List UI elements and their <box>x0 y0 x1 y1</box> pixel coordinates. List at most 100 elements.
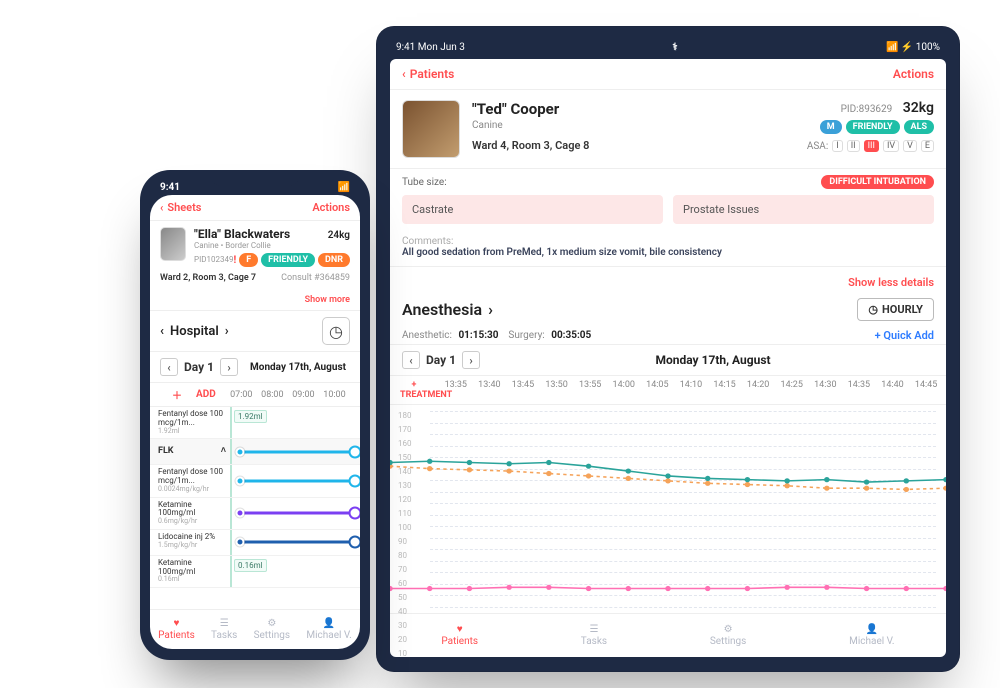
surgery-time: 00:35:05 <box>551 330 591 341</box>
medication-rows: Fentanyl dose 100 mcg/1m...1.92ml 1.92ml F… <box>150 407 360 609</box>
plus-icon: ＋ <box>160 387 194 402</box>
phone-patient-weight: 24kg <box>328 230 350 241</box>
chevron-left-icon: ‹ <box>402 67 406 81</box>
patient-info: Tube size: DIFFICULT INTUBATION Castrate… <box>390 169 946 267</box>
phone-tab-user[interactable]: 👤 Michael V. <box>306 618 351 641</box>
hourly-button[interactable]: ◷ HOURLY <box>857 298 934 321</box>
badge-dnr: DNR <box>318 253 350 267</box>
phone-actions-link[interactable]: Actions <box>312 201 350 214</box>
add-treatment-link[interactable]: + TREATMENT <box>400 380 428 400</box>
phone-date-label: Monday 17th, August <box>246 362 350 373</box>
med-track[interactable]: 1.92ml <box>230 407 360 438</box>
status-time: 9:41 Mon Jun 3 <box>396 42 465 53</box>
med-label: Ketamine 100mg/ml0.6mg/kg/hr <box>150 498 230 529</box>
med-track[interactable] <box>230 530 360 555</box>
tab-patients[interactable]: ♥ Patients <box>441 624 478 647</box>
patient-photo <box>402 100 460 158</box>
tab-settings[interactable]: ⚙ Settings <box>710 624 747 647</box>
asa-v[interactable]: V <box>903 140 917 152</box>
time-slot: 14:20 <box>744 380 772 400</box>
tablet-header: ‹ Patients Actions <box>390 59 946 90</box>
phone-tab-tasks[interactable]: ☰ Tasks <box>211 618 237 641</box>
patient-pid: PID:893629 <box>841 104 893 115</box>
time-slot: 13:55 <box>576 380 604 400</box>
quick-add-link[interactable]: + Quick Add <box>875 329 934 342</box>
phone-day-bar: ‹ Day 1 › Monday 17th, August <box>150 352 360 383</box>
med-track[interactable] <box>230 498 360 529</box>
back-sheets-link[interactable]: ‹ Sheets <box>160 201 201 214</box>
chevron-up-icon: ˄ <box>221 447 226 457</box>
med-label: Fentanyl dose 100 mcg/1m...1.92ml <box>150 407 230 438</box>
med-track[interactable] <box>230 439 360 464</box>
time-slot: 14:45 <box>912 380 940 400</box>
time-slot: 13:40 <box>476 380 504 400</box>
phone-table-head: ＋ + ADDADD 07:00 08:00 09:00 10:00 <box>150 383 360 407</box>
user-icon: 👤 <box>866 624 878 635</box>
asa-i[interactable]: I <box>832 140 842 152</box>
phone-patient-species: Canine • Border Collie <box>194 241 350 250</box>
time-slot: 14:15 <box>711 380 739 400</box>
list-icon: ☰ <box>220 618 229 629</box>
show-less-link[interactable]: Show less details <box>848 276 934 289</box>
phone-tabbar: ♥ Patients ☰ Tasks ⚙ Settings 👤 Michael … <box>150 609 360 649</box>
asa-iii[interactable]: III <box>864 140 879 152</box>
user-icon: 👤 <box>323 618 335 629</box>
time-slot: 13:35 <box>442 380 470 400</box>
asa-ii[interactable]: II <box>847 140 860 152</box>
phone-patient-location: Ward 2, Room 3, Cage 7 <box>160 273 256 283</box>
anesthesia-row: Anesthesia › ◷ HOURLY <box>390 294 946 325</box>
asa-e[interactable]: E <box>921 140 934 152</box>
med-track[interactable] <box>230 465 360 496</box>
phone-patient-pid: PID102349 <box>194 255 233 264</box>
time-slot: 13:45 <box>509 380 537 400</box>
tab-user[interactable]: 👤 Michael V. <box>849 624 894 647</box>
asa-iv[interactable]: IV <box>883 140 899 152</box>
time-slot: 14:00 <box>610 380 638 400</box>
phone-consult: Consult #364859 <box>281 273 350 283</box>
back-patients-link[interactable]: ‹ Patients <box>402 67 454 81</box>
day-prev-button[interactable]: ‹ <box>402 351 420 369</box>
med-track[interactable]: 0.16ml <box>230 556 360 587</box>
heart-icon: ♥ <box>173 618 179 629</box>
phone-tab-patients[interactable]: ♥ Patients <box>158 618 195 641</box>
tab-tasks[interactable]: ☰ Tasks <box>581 624 607 647</box>
chevron-right-icon: › <box>225 324 229 339</box>
med-row: Ketamine 100mg/ml0.16ml0.16ml <box>150 556 360 588</box>
day-label: Day 1 <box>426 353 456 367</box>
phone-day-next[interactable]: › <box>220 358 238 376</box>
gear-icon: ⚙ <box>267 618 276 629</box>
gear-icon: ⚙ <box>724 624 733 635</box>
times-row: Anesthetic: 01:15:30 Surgery: 00:35:05 +… <box>390 325 946 344</box>
patient-species: Canine <box>472 120 795 131</box>
phone-tab-settings[interactable]: ⚙ Settings <box>254 618 291 641</box>
actions-link[interactable]: Actions <box>893 67 934 81</box>
dose-box: 1.92ml <box>234 410 267 423</box>
med-label: Fentanyl dose 100 mcg/1m...0.0024mg/kg/h… <box>150 465 230 496</box>
badge-sex-m: M <box>820 120 842 134</box>
patient-name: "Ted" Cooper <box>472 100 795 118</box>
comments-label: Comments: <box>402 236 453 247</box>
phone-device: 9:41 📶 ‹ Sheets Actions "Ella" Blackwate… <box>140 170 370 660</box>
tablet-screen: ‹ Patients Actions "Ted" Cooper Canine W… <box>390 59 946 657</box>
phone-time: 9:41 <box>160 182 180 193</box>
tablet-tabbar: ♥ Patients ☰ Tasks ⚙ Settings 👤 Michael … <box>390 613 946 657</box>
alert-icon: ! <box>233 255 236 266</box>
day-next-button[interactable]: › <box>462 351 480 369</box>
tablet-day-bar: ‹ Day 1 › Monday 17th, August <box>390 344 946 376</box>
chevron-left-icon: ‹ <box>160 201 163 214</box>
med-label: Ketamine 100mg/ml0.16ml <box>150 556 230 587</box>
hospital-link[interactable]: ‹ Hospital › <box>160 324 229 339</box>
clock-icon: ◷ <box>868 303 878 316</box>
time-slot: 14:30 <box>812 380 840 400</box>
clock-button[interactable]: ◷ <box>322 317 350 345</box>
procedure-box-2: Prostate Issues <box>673 195 934 224</box>
med-label: FLK˄ <box>150 439 230 464</box>
show-more-link[interactable]: Show more <box>305 295 350 305</box>
procedure-box-1: Castrate <box>402 195 663 224</box>
patient-location: Ward 4, Room 3, Cage 8 <box>472 139 795 152</box>
phone-day-prev[interactable]: ‹ <box>160 358 178 376</box>
tablet-device: 9:41 Mon Jun 3 ⚕ 📶 ⚡ 100% ‹ Patients Act… <box>376 26 960 672</box>
monitoring-chart: 1801701601501401301201101009080706050403… <box>390 405 946 613</box>
add-button[interactable]: ＋ + ADDADD <box>160 387 226 402</box>
heart-icon: ♥ <box>457 624 463 635</box>
